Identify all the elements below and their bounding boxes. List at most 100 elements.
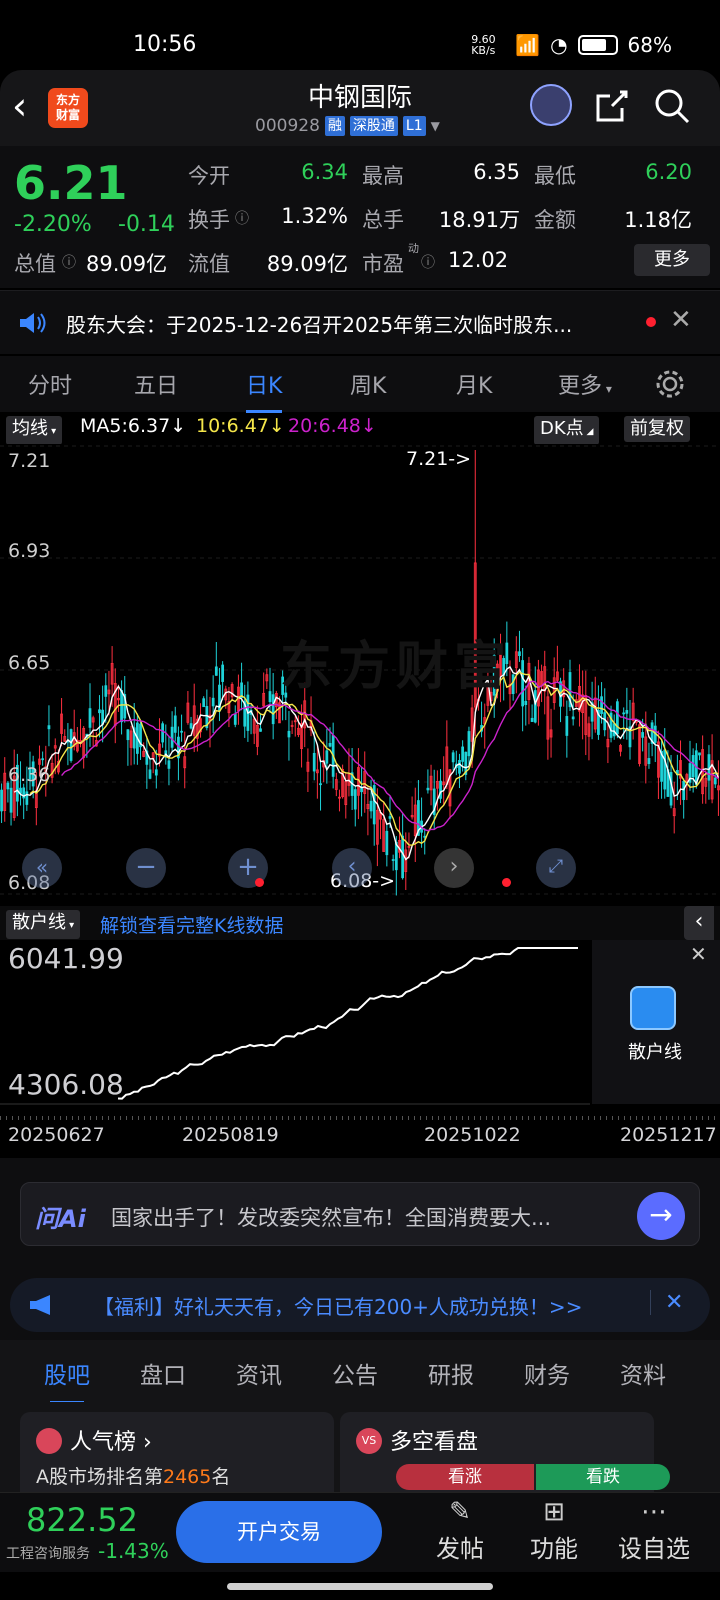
- bear-button[interactable]: 看跌: [536, 1464, 670, 1490]
- candle-body: [391, 859, 395, 861]
- candle-body: [698, 752, 701, 756]
- candle-body: [385, 830, 389, 856]
- chart-period-tabs: 分时 五日 日K 周K 月K 更多 ▾: [0, 356, 720, 413]
- ai-prompt-bar[interactable]: 问Ai 国家出手了！发改委突然宣布！全国消费要大... →: [20, 1182, 700, 1246]
- max-price-label: 7.21->: [406, 448, 472, 470]
- net-speed: 9.60 KB/s: [471, 33, 496, 57]
- high-label: 最高: [362, 164, 404, 188]
- y-tick: 6.36: [8, 764, 51, 786]
- adjust-selector[interactable]: 前复权: [624, 416, 690, 442]
- candle-body: [360, 787, 363, 793]
- scroll-left-fast-button[interactable]: «: [22, 848, 62, 888]
- change-amount: -0.14: [118, 212, 175, 237]
- close-icon[interactable]: ✕: [690, 942, 707, 966]
- share-icon[interactable]: [594, 88, 630, 124]
- open-account-button[interactable]: 开户交易: [176, 1501, 382, 1563]
- date-tick: 20250627: [8, 1124, 105, 1146]
- collapse-icon[interactable]: ‹: [684, 906, 714, 940]
- retail-line-min: 4306.08: [8, 1068, 124, 1101]
- ai-logo: 问Ai: [35, 1205, 86, 1233]
- function-button[interactable]: ⊞ 功能: [514, 1497, 594, 1564]
- post-button[interactable]: ✎ 发帖: [420, 1497, 500, 1564]
- retail-line-lock-panel[interactable]: ✕ 散户线: [592, 940, 720, 1104]
- candle-body: [325, 750, 329, 764]
- tab-guba[interactable]: 股吧: [44, 1356, 90, 1404]
- candle-body: [565, 716, 569, 736]
- tab-more[interactable]: 更多 ▾: [558, 368, 612, 400]
- info-icon[interactable]: ⓘ: [421, 252, 435, 272]
- fullscreen-button[interactable]: ⤢: [536, 848, 576, 888]
- more-button[interactable]: 更多: [634, 244, 710, 276]
- pe-value: 12.02: [448, 248, 509, 272]
- close-icon[interactable]: ✕: [670, 305, 692, 335]
- candle-body: [401, 835, 405, 879]
- ma20-value: 20:6.48↓: [288, 415, 377, 437]
- candle-body: [647, 758, 651, 765]
- tab-orderbook[interactable]: 盘口: [140, 1356, 186, 1390]
- tab-financials[interactable]: 财务: [524, 1356, 570, 1390]
- arrow-right-icon[interactable]: →: [637, 1192, 685, 1240]
- tab-research[interactable]: 研报: [428, 1356, 474, 1390]
- float-cap-label: 流值: [188, 252, 230, 276]
- speaker-icon: [20, 313, 46, 333]
- promo-banner[interactable]: 【福利】好礼天天有，今日已有200+人成功兑换！>> ✕: [10, 1278, 710, 1332]
- pe-label: 市盈: [362, 252, 404, 276]
- event-marker[interactable]: [255, 878, 264, 887]
- candle-body: [713, 777, 717, 785]
- tab-news[interactable]: 资讯: [236, 1356, 282, 1390]
- candle-body: [268, 691, 272, 703]
- candle-body: [319, 783, 322, 786]
- gear-icon[interactable]: [654, 368, 686, 400]
- search-icon[interactable]: [654, 88, 690, 124]
- stock-code-row[interactable]: 000928 融 深股通 L1 ▼: [255, 116, 440, 136]
- scroll-left-button[interactable]: ‹: [332, 848, 372, 888]
- tab-weekly-k[interactable]: 周K: [350, 368, 386, 400]
- bull-button[interactable]: 看涨: [396, 1464, 534, 1490]
- tab-intraday[interactable]: 分时: [28, 368, 72, 400]
- sub-indicator-selector[interactable]: 散户线 ▾: [6, 910, 81, 939]
- info-icon[interactable]: ⓘ: [62, 252, 76, 272]
- close-icon[interactable]: ✕: [650, 1290, 683, 1315]
- robot-assistant-icon[interactable]: [530, 84, 572, 126]
- volume-value: 18.91万: [438, 208, 520, 232]
- dk-point-selector[interactable]: DK点 ◢: [534, 416, 600, 445]
- tab-daily-k[interactable]: 日K: [246, 368, 283, 413]
- candle-body: [233, 713, 237, 725]
- status-bar: 10:56 9.60 KB/s 📶 ◔ 68%: [0, 0, 720, 70]
- date-tick: 20251022: [424, 1124, 521, 1146]
- candle-body: [369, 800, 373, 812]
- candle-body: [214, 666, 218, 676]
- candle-body: [202, 698, 206, 708]
- tab-profile[interactable]: 资料: [620, 1356, 666, 1390]
- announcement-bar[interactable]: 股东大会：于2025-12-26召开2025年第三次临时股东... ✕: [0, 290, 720, 354]
- tab-monthly-k[interactable]: 月K: [456, 368, 492, 400]
- sector-index[interactable]: 822.52: [26, 1501, 138, 1539]
- candle-body: [161, 723, 165, 743]
- zoom-out-button[interactable]: −: [126, 848, 166, 888]
- candle-body: [104, 685, 108, 697]
- tab-five-day[interactable]: 五日: [134, 368, 178, 400]
- candle-body: [467, 731, 471, 757]
- feature-cards: 人气榜 › A股市场排名第2465名 VS 多空看盘 看涨 看跌: [0, 1402, 720, 1502]
- ma-selector[interactable]: 均线 ▾: [6, 416, 63, 445]
- candle-body: [88, 708, 92, 728]
- candle-body: [451, 752, 455, 763]
- unread-dot: [646, 317, 656, 327]
- unlock-link[interactable]: 解锁查看完整K线数据: [100, 911, 283, 938]
- retail-line-lock-icon: [630, 986, 676, 1030]
- tab-announcements[interactable]: 公告: [332, 1356, 378, 1390]
- info-icon[interactable]: ⓘ: [235, 208, 249, 228]
- candle-body: [328, 743, 332, 747]
- candle-body: [663, 749, 667, 790]
- status-icons: 9.60 KB/s 📶 ◔ 68%: [471, 33, 672, 57]
- candlestick-chart[interactable]: 东方财富 7.21 6.93 6.65 6.36 6.08 7.21-> 6.0…: [0, 444, 720, 904]
- retail-line-label: 散户线: [628, 1042, 682, 1063]
- home-indicator[interactable]: [227, 1583, 493, 1590]
- event-marker[interactable]: [502, 878, 511, 887]
- scroll-right-button[interactable]: ›: [434, 848, 474, 888]
- popularity-card[interactable]: 人气榜 › A股市场排名第2465名: [20, 1412, 334, 1502]
- retail-line-chart[interactable]: 6041.99 4306.08 ✕ 散户线: [0, 940, 720, 1116]
- add-watchlist-button[interactable]: ⋯ 设自选: [614, 1497, 694, 1564]
- bull-bear-card[interactable]: VS 多空看盘 看涨 看跌: [340, 1412, 670, 1502]
- candle-body: [154, 769, 158, 776]
